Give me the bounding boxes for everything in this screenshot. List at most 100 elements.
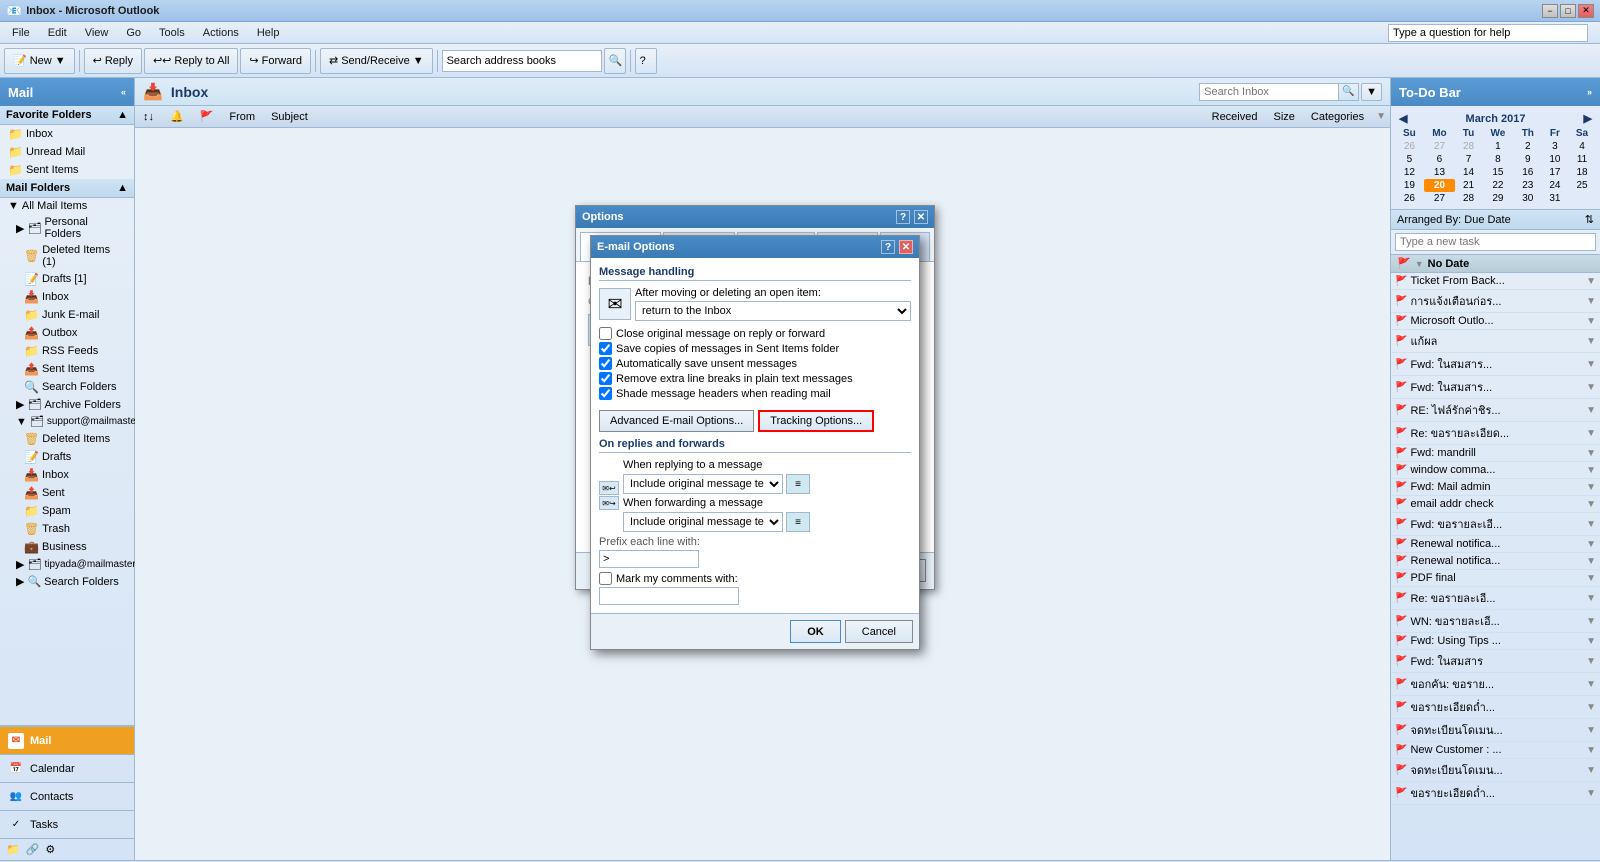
task-item[interactable]: 🚩 Renewal notifica... ▼ xyxy=(1391,553,1600,570)
search-address-books-input[interactable] xyxy=(442,50,602,72)
cal-day[interactable]: 10 xyxy=(1542,153,1568,166)
cal-day[interactable]: 9 xyxy=(1514,153,1542,166)
task-dropdown-icon[interactable]: ▼ xyxy=(1586,359,1596,370)
cal-day[interactable]: 30 xyxy=(1514,192,1542,205)
task-dropdown-icon[interactable]: ▼ xyxy=(1586,465,1596,476)
cal-day[interactable]: 31 xyxy=(1542,192,1568,205)
task-item[interactable]: 🚩 Re: ขอรายละเอี... ▼ xyxy=(1391,587,1600,610)
task-item[interactable]: 🚩 Fwd: ในสมสาร... ▼ xyxy=(1391,353,1600,376)
maximize-button[interactable]: □ xyxy=(1560,4,1576,18)
nav-drafts[interactable]: 📝 Drafts [1] xyxy=(0,270,134,288)
search-inbox-input[interactable] xyxy=(1199,83,1339,101)
col-flag-header[interactable]: 🚩 xyxy=(196,110,218,123)
nav-all-mail-items[interactable]: ▼ All Mail Items xyxy=(0,198,134,214)
cal-day[interactable]: 4 xyxy=(1568,140,1596,153)
task-dropdown-icon[interactable]: ▼ xyxy=(1586,482,1596,493)
task-item[interactable]: 🚩 New Customer : ... ▼ xyxy=(1391,742,1600,759)
task-dropdown-icon[interactable]: ▼ xyxy=(1586,499,1596,510)
task-item[interactable]: 🚩 Fwd: Mail admin ▼ xyxy=(1391,479,1600,496)
nav-junk-email[interactable]: 📁 Junk E-mail xyxy=(0,306,134,324)
task-dropdown-icon[interactable]: ▼ xyxy=(1586,448,1596,459)
col-from-header[interactable]: From xyxy=(225,111,259,123)
prev-month-icon[interactable]: ◀ xyxy=(1399,112,1407,125)
new-task-input[interactable] xyxy=(1395,233,1596,251)
reply-button[interactable]: ↩ Reply xyxy=(84,48,142,74)
task-item[interactable]: 🚩 Microsoft Outlo... ▼ xyxy=(1391,313,1600,330)
cal-day[interactable]: 28 xyxy=(1455,140,1482,153)
task-dropdown-icon[interactable]: ▼ xyxy=(1586,725,1596,736)
task-dropdown-icon[interactable]: ▼ xyxy=(1586,745,1596,756)
forward-format-icon[interactable]: ≡ xyxy=(786,512,810,532)
nav-account1-spam[interactable]: 📁 Spam xyxy=(0,502,134,520)
filter-icon[interactable]: ▼ xyxy=(1376,111,1386,122)
cal-day[interactable]: 18 xyxy=(1568,166,1596,179)
arranged-by-section[interactable]: Arranged By: Due Date ⇅ xyxy=(1391,210,1600,230)
task-item[interactable]: 🚩 WN: ขอรายละเอี... ▼ xyxy=(1391,610,1600,633)
task-dropdown-icon[interactable]: ▼ xyxy=(1586,405,1596,416)
nav-icons-bar[interactable]: 📁 🔗 ⚙ xyxy=(0,838,134,860)
task-dropdown-icon[interactable]: ▼ xyxy=(1586,702,1596,713)
cal-day[interactable]: 21 xyxy=(1455,179,1482,192)
when-forwarding-dropdown[interactable]: Include original message text Attach ori… xyxy=(623,512,783,532)
task-item[interactable]: 🚩 Re: ขอรายละเอียด... ▼ xyxy=(1391,422,1600,445)
task-item[interactable]: 🚩 ขอรายะเอียดถ่ำ... ▼ xyxy=(1391,782,1600,805)
cal-day[interactable]: 28 xyxy=(1455,192,1482,205)
cal-day[interactable]: 22 xyxy=(1482,179,1514,192)
task-dropdown-icon[interactable]: ▼ xyxy=(1586,276,1596,287)
task-dropdown-icon[interactable]: ▼ xyxy=(1586,636,1596,647)
task-dropdown-icon[interactable]: ▼ xyxy=(1586,539,1596,550)
cal-day[interactable]: 1 xyxy=(1482,140,1514,153)
task-dropdown-icon[interactable]: ▼ xyxy=(1586,788,1596,799)
task-item[interactable]: 🚩 ขอกคัน: ขอราย... ▼ xyxy=(1391,673,1600,696)
task-dropdown-icon[interactable]: ▼ xyxy=(1586,296,1596,307)
nav-account1-deleted[interactable]: 🗑 Deleted Items xyxy=(0,430,134,448)
cal-day[interactable]: 16 xyxy=(1514,166,1542,179)
task-item[interactable]: 🚩 PDF final ▼ xyxy=(1391,570,1600,587)
cal-day[interactable]: 23 xyxy=(1514,179,1542,192)
cal-day[interactable]: 6 xyxy=(1424,153,1455,166)
help-question-box[interactable] xyxy=(1380,22,1596,44)
cal-day[interactable]: 17 xyxy=(1542,166,1568,179)
nav-inbox[interactable]: 📥 Inbox xyxy=(0,288,134,306)
col-sort-icon[interactable]: ↕↓ xyxy=(139,111,158,123)
reply-all-button[interactable]: ↩↩ Reply to All xyxy=(144,48,238,74)
close-original-checkbox[interactable] xyxy=(599,327,612,340)
cal-day[interactable]: 26 xyxy=(1395,140,1424,153)
menu-help[interactable]: Help xyxy=(249,25,288,41)
next-month-icon[interactable]: ▶ xyxy=(1584,112,1592,125)
task-dropdown-icon[interactable]: ▼ xyxy=(1586,316,1596,327)
when-replying-dropdown[interactable]: Include original message text Do not inc… xyxy=(623,474,783,494)
nav-outbox[interactable]: 📤 Outbox xyxy=(0,324,134,342)
task-item[interactable]: 🚩 Fwd: Using Tips ... ▼ xyxy=(1391,633,1600,650)
task-item[interactable]: 🚩 การแจ้งเตือนก่อร... ▼ xyxy=(1391,290,1600,313)
mail-folders-header[interactable]: Mail Folders ▲ xyxy=(0,179,134,198)
nav-mail-bottom[interactable]: ✉ Mail xyxy=(0,726,134,754)
task-dropdown-icon[interactable]: ▼ xyxy=(1586,382,1596,393)
config-icon-small[interactable]: ⚙ xyxy=(45,843,55,856)
nav-account1[interactable]: ▼ 🗂 support@mailmaster.co xyxy=(0,413,134,430)
cal-day[interactable]: 13 xyxy=(1424,166,1455,179)
cal-day[interactable]: 3 xyxy=(1542,140,1568,153)
col-subject-header[interactable]: Subject xyxy=(267,111,1200,123)
col-received-header[interactable]: Received xyxy=(1208,111,1262,123)
nav-unread-mail[interactable]: 📁 Unread Mail xyxy=(0,143,134,161)
task-item[interactable]: 🚩 Fwd: mandrill ▼ xyxy=(1391,445,1600,462)
col-size-header[interactable]: Size xyxy=(1269,111,1298,123)
cal-day[interactable]: 24 xyxy=(1542,179,1568,192)
cal-day[interactable]: 27 xyxy=(1424,140,1455,153)
email-opts-ok-button[interactable]: OK xyxy=(790,620,841,643)
send-receive-button[interactable]: ⇄ Send/Receive ▼ xyxy=(320,48,433,74)
task-dropdown-icon[interactable]: ▼ xyxy=(1586,656,1596,667)
nav-personal-folders[interactable]: ▶ 🗂 Personal Folders xyxy=(0,214,134,242)
cal-day[interactable]: 19 xyxy=(1395,179,1424,192)
nav-tasks-bottom[interactable]: ✓ Tasks xyxy=(0,810,134,838)
options-help-button[interactable]: ? xyxy=(896,210,910,224)
nav-rss-feeds[interactable]: 📁 RSS Feeds xyxy=(0,342,134,360)
menu-edit[interactable]: Edit xyxy=(40,25,75,41)
task-item[interactable]: 🚩 จดทะเบียนโดเมน... ▼ xyxy=(1391,759,1600,782)
help-button[interactable]: ? xyxy=(635,48,657,74)
task-item[interactable]: 🚩 window comma... ▼ xyxy=(1391,462,1600,479)
address-book-search-button[interactable]: 🔍 xyxy=(604,48,626,74)
todo-collapse-icon[interactable]: » xyxy=(1587,87,1592,97)
task-item[interactable]: 🚩 Ticket From Back... ▼ xyxy=(1391,273,1600,290)
